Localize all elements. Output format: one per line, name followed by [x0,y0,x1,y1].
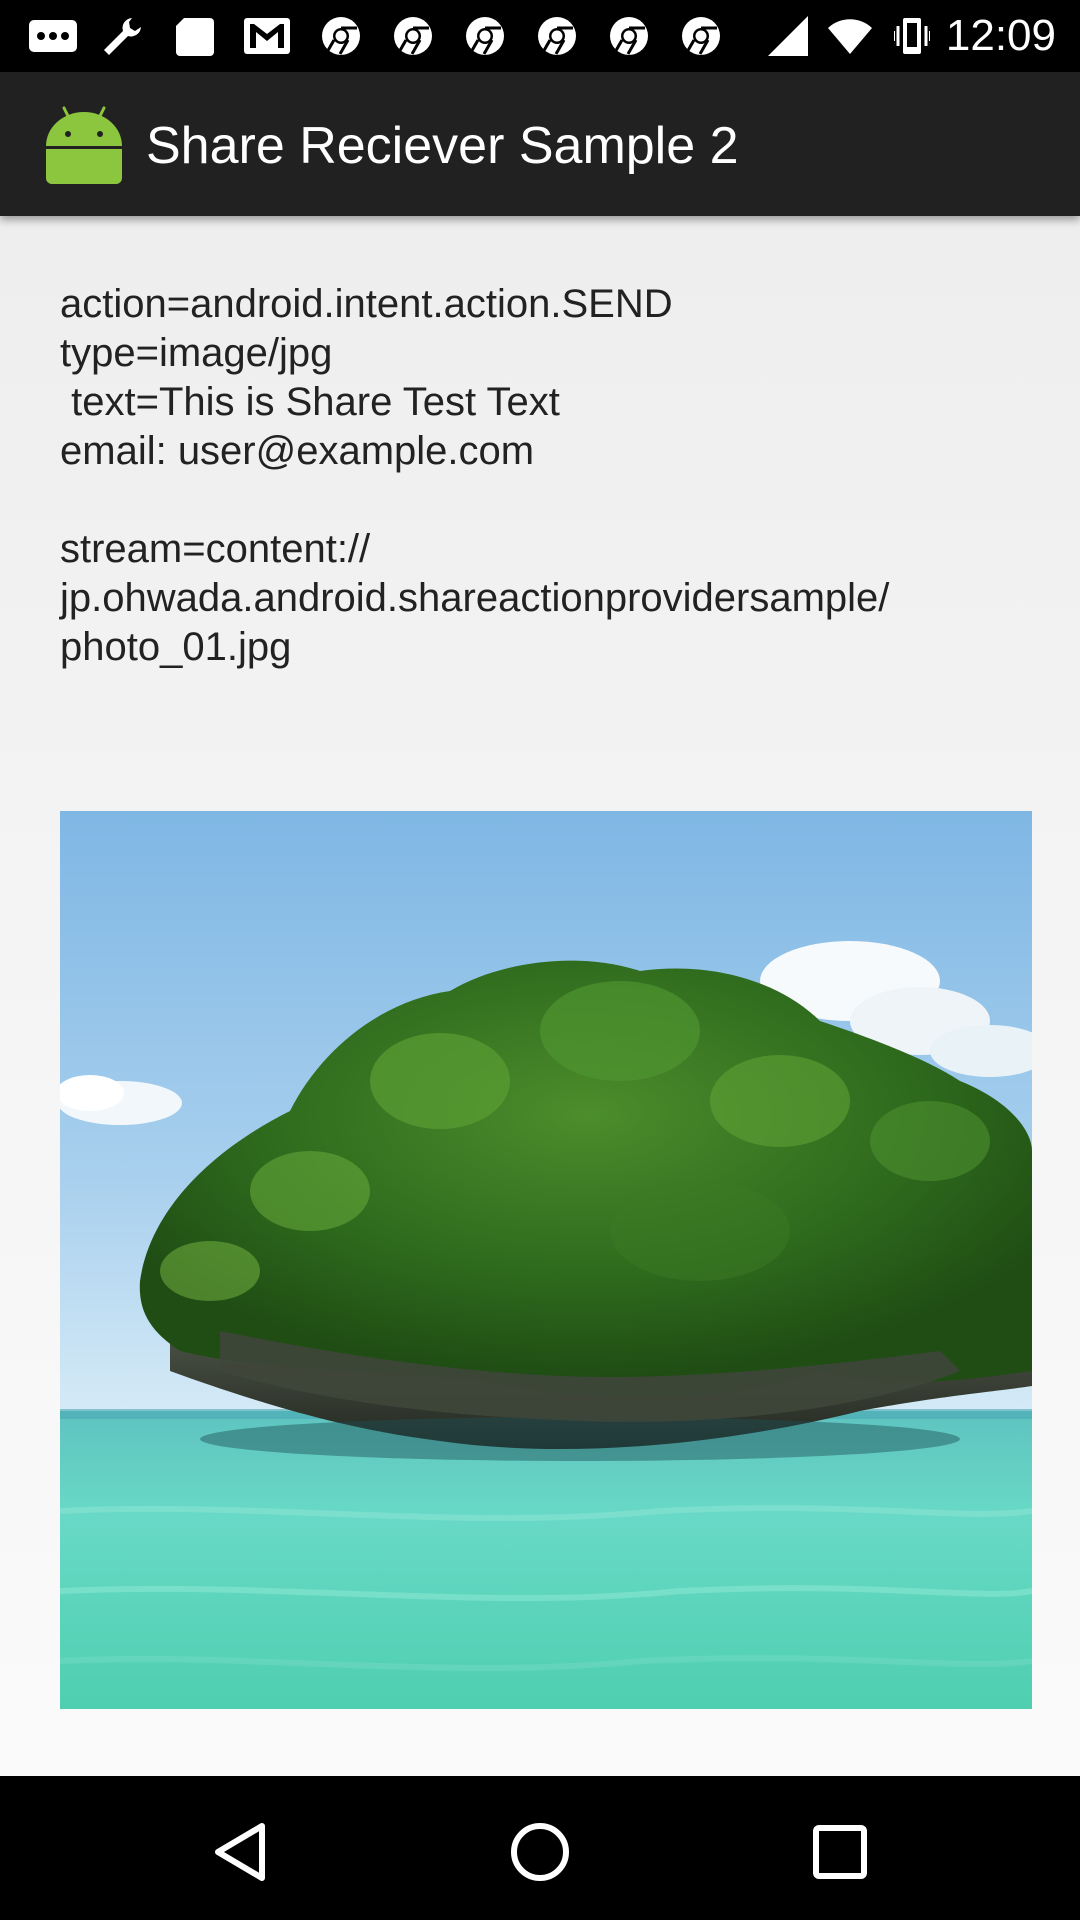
navigation-bar [0,1776,1080,1920]
chrome-icon [604,14,654,58]
android-icon [44,102,124,186]
shared-photo [60,811,1032,1709]
gmail-icon [242,14,292,58]
wrench-icon [98,14,148,58]
chrome-icon [532,14,582,58]
home-icon[interactable] [500,1812,580,1892]
intent-info-text: action=android.intent.action.SEND type=i… [60,282,890,669]
chrome-icon [316,14,366,58]
action-bar: Share Reciever Sample 2 [0,72,1080,216]
wifi-icon [826,14,874,58]
status-clock: 12:09 [945,11,1056,60]
vibrate-icon [893,14,931,58]
recents-icon[interactable] [800,1812,880,1892]
chrome-icon [676,14,726,58]
back-icon[interactable] [200,1812,280,1892]
more-notifications-icon [28,14,78,58]
chrome-icon [388,14,438,58]
status-bar: 12:09 [0,0,1080,72]
content-area: action=android.intent.action.SEND type=i… [0,216,1080,1776]
chrome-icon [460,14,510,58]
app-title: Share Reciever Sample 2 [146,117,739,175]
signal-icon [766,14,810,58]
sd-card-icon [170,14,220,58]
